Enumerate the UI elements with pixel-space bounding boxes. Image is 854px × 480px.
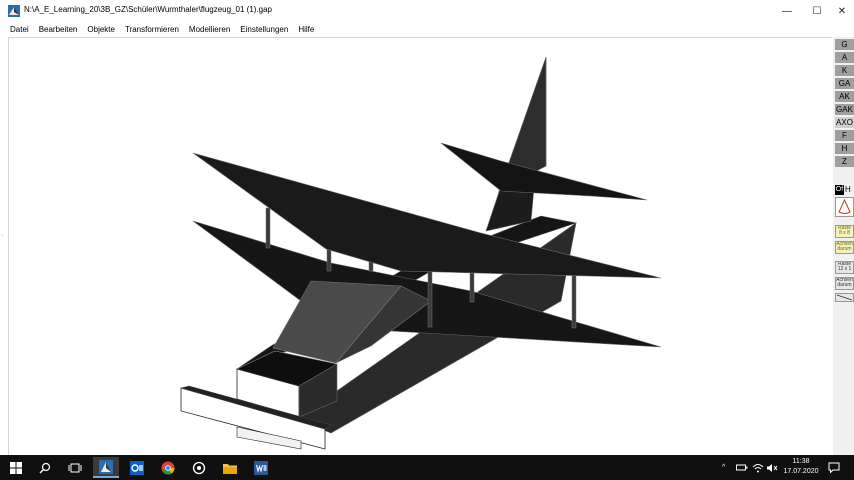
chevron-up-icon: ^ xyxy=(722,464,726,471)
wing-strut xyxy=(265,207,271,249)
maximize-button[interactable]: ☐ xyxy=(800,0,834,22)
view-button-g[interactable]: G xyxy=(835,39,854,50)
view-button-z[interactable]: Z xyxy=(835,156,854,167)
title-bar: N:\A_E_Learning_20\3B_GZ\Schüler\Wurmtha… xyxy=(0,0,854,22)
search-button[interactable] xyxy=(32,457,58,478)
of-toggle[interactable]: Of xyxy=(835,185,844,195)
taskbar-app-chrome[interactable] xyxy=(155,457,181,478)
tray-chevron[interactable]: ^ xyxy=(722,455,725,480)
cone-tool-button[interactable] xyxy=(835,197,854,217)
task-view-icon xyxy=(68,463,82,472)
h-label: H xyxy=(845,185,851,194)
wifi-icon xyxy=(752,463,764,472)
view-button-ga[interactable]: GA xyxy=(835,78,854,89)
notification-button[interactable] xyxy=(828,455,840,480)
windows-icon xyxy=(10,461,22,474)
gam-app-icon xyxy=(99,459,113,474)
folder-icon xyxy=(223,463,237,474)
minimize-button[interactable]: — xyxy=(770,0,804,22)
view-panel: G A K GA AK GAK AXO F H Z Of H Raste 8 x… xyxy=(833,37,854,455)
word-icon xyxy=(254,460,268,475)
taskbar-app-explorer[interactable] xyxy=(217,457,243,478)
line-tool-button[interactable] xyxy=(835,293,854,302)
tray-battery[interactable] xyxy=(736,455,748,480)
minimize-icon: — xyxy=(782,5,792,17)
clock[interactable]: 11:38 17.07.2020 xyxy=(779,457,823,477)
menu-objekte[interactable]: Objekte xyxy=(83,25,119,34)
raster-8-button[interactable]: Raste 8 x 8 xyxy=(835,225,854,238)
line-icon xyxy=(836,294,853,301)
view-button-a[interactable]: A xyxy=(835,52,854,63)
raster-12-button[interactable]: Raste 12 x 1 xyxy=(835,261,854,274)
menu-hilfe[interactable]: Hilfe xyxy=(294,25,318,34)
view-button-axo[interactable]: AXO xyxy=(835,117,854,128)
menu-modellieren[interactable]: Modellieren xyxy=(185,25,234,34)
wing-strut xyxy=(427,266,433,328)
drawing-canvas[interactable] xyxy=(8,37,832,456)
view-button-h[interactable]: H xyxy=(835,143,854,154)
close-button[interactable]: ✕ xyxy=(830,0,854,22)
maximize-icon: ☐ xyxy=(812,5,822,17)
view-button-f[interactable]: F xyxy=(835,130,854,141)
speaker-muted-icon xyxy=(767,463,778,472)
menu-bearbeiten[interactable]: Bearbeiten xyxy=(35,25,82,34)
notification-icon xyxy=(828,462,840,473)
clock-date: 17.07.2020 xyxy=(783,468,819,475)
wing-strut xyxy=(571,272,577,329)
tray-volume[interactable] xyxy=(766,455,778,480)
start-button[interactable] xyxy=(3,457,29,478)
view-button-gak[interactable]: GAK xyxy=(835,104,854,115)
menu-transformieren[interactable]: Transformieren xyxy=(121,25,183,34)
window-title: N:\A_E_Learning_20\3B_GZ\Schüler\Wurmtha… xyxy=(24,5,272,14)
view-button-k[interactable]: K xyxy=(835,65,854,76)
airplane-model xyxy=(180,56,662,450)
search-icon xyxy=(39,462,51,473)
app-icon xyxy=(8,5,20,17)
flower-icon xyxy=(192,461,206,474)
achsen-button-1[interactable]: Achsen darum xyxy=(835,241,854,254)
menu-einstellungen[interactable]: Einstellungen xyxy=(236,25,292,34)
task-view-button[interactable] xyxy=(62,457,88,478)
taskbar: ^ 11:38 17.07.2020 xyxy=(0,455,854,480)
clock-time: 11:38 xyxy=(792,458,810,465)
cone-icon xyxy=(838,198,851,214)
taskbar-app-word[interactable] xyxy=(248,457,274,478)
close-icon: ✕ xyxy=(837,5,847,17)
taskbar-app-gam[interactable] xyxy=(93,457,119,478)
chrome-icon xyxy=(161,461,175,474)
battery-icon xyxy=(736,464,748,471)
outlook-icon xyxy=(130,460,144,475)
wing-strut xyxy=(469,268,475,303)
taskbar-app-settings[interactable] xyxy=(186,457,212,478)
menu-bar: Datei Bearbeiten Objekte Transformieren … xyxy=(0,22,854,36)
view-button-ak[interactable]: AK xyxy=(835,91,854,102)
edge-marker: · xyxy=(1,232,4,239)
menu-datei[interactable]: Datei xyxy=(6,25,33,34)
taskbar-app-outlook[interactable] xyxy=(124,457,150,478)
achsen-button-2[interactable]: Achsen darum xyxy=(835,277,854,290)
tray-network[interactable] xyxy=(752,455,764,480)
